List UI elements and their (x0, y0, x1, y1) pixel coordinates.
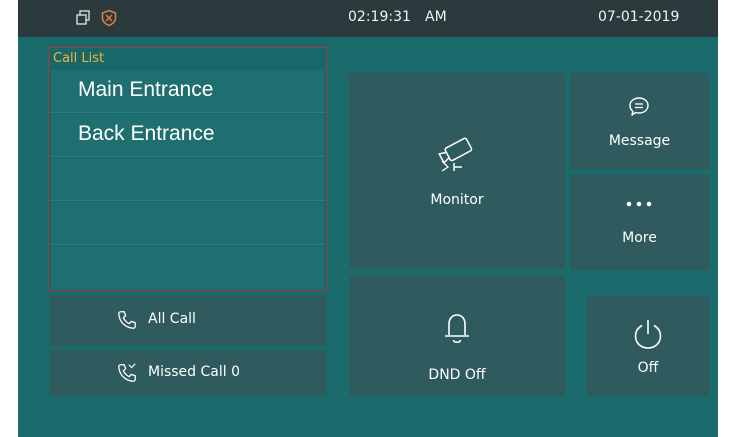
dnd-label: DND Off (428, 367, 486, 383)
power-icon (634, 320, 662, 349)
more-label: More (622, 230, 657, 246)
missed-call-label: Missed Call 0 (148, 364, 240, 380)
all-call-label: All Call (148, 311, 196, 327)
call-list-item[interactable] (51, 158, 324, 201)
more-button[interactable]: More (570, 174, 709, 270)
message-icon (629, 97, 649, 116)
status-bar: 02:19:31 AM 07-01-2019 (18, 0, 718, 37)
call-list-title: Call List (53, 51, 105, 66)
bell-icon (445, 314, 469, 344)
call-list: Call List Main Entrance Back Entrance (48, 47, 327, 291)
message-label: Message (608, 133, 671, 149)
phone-icon (118, 311, 136, 329)
call-list-item-label: Back Entrance (78, 122, 215, 145)
status-date: 07-01-2019 (598, 9, 680, 25)
status-time: 02:19:31 (348, 9, 411, 25)
all-call-button[interactable]: All Call (50, 295, 326, 346)
camera-icon (438, 137, 473, 172)
message-button[interactable]: Message (570, 73, 709, 169)
screen: 02:19:31 AM 07-01-2019 Call List Main En… (18, 0, 718, 437)
shield-icon (101, 9, 117, 27)
monitor-button[interactable]: Monitor (349, 73, 565, 269)
call-list-item[interactable] (51, 246, 324, 289)
power-label: Off (637, 360, 659, 376)
call-list-item-back-entrance[interactable]: Back Entrance (51, 114, 324, 157)
missed-call-button[interactable]: Missed Call 0 (50, 350, 326, 396)
call-list-item[interactable] (51, 202, 324, 245)
missed-call-icon (118, 363, 136, 382)
call-list-item-label: Main Entrance (78, 78, 214, 101)
status-ampm: AM (425, 9, 447, 25)
call-list-item-main-entrance[interactable]: Main Entrance (51, 70, 324, 113)
dnd-button[interactable]: DND Off (349, 275, 565, 396)
power-button[interactable]: Off (587, 296, 709, 396)
monitor-label: Monitor (430, 192, 484, 208)
windows-icon (76, 10, 90, 25)
more-dots-icon (626, 201, 652, 207)
